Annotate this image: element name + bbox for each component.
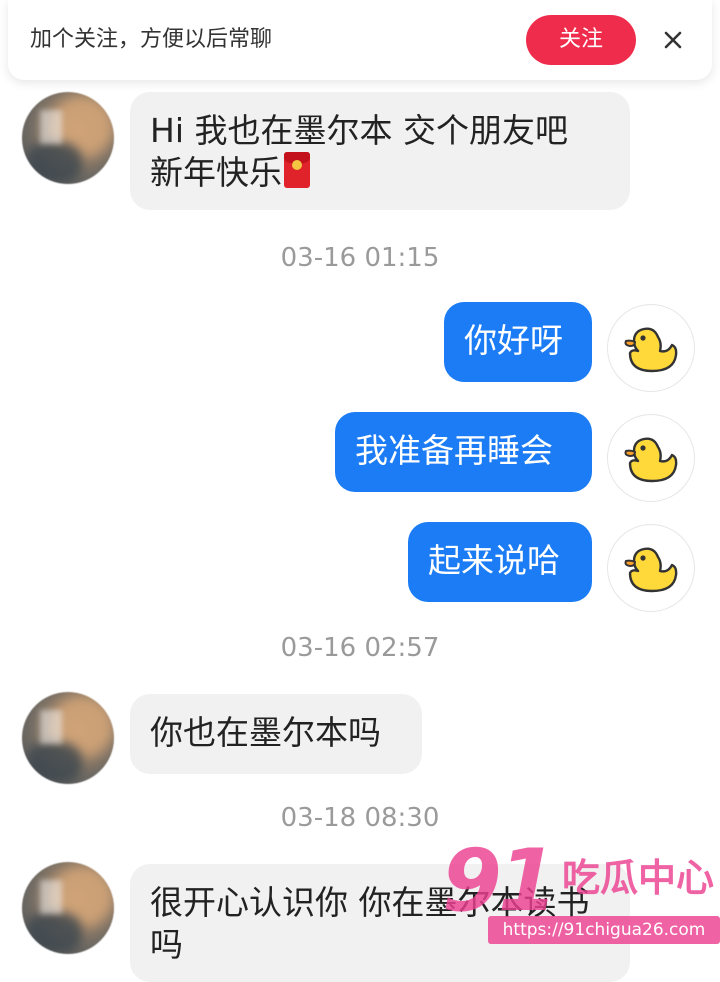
duck-icon bbox=[624, 437, 678, 483]
contact-avatar[interactable] bbox=[22, 692, 114, 784]
message-bubble-outgoing[interactable]: 起来说哈 bbox=[408, 522, 592, 602]
contact-avatar[interactable] bbox=[22, 862, 114, 954]
message-bubble-incoming[interactable]: 你也在墨尔本吗 bbox=[130, 694, 422, 774]
message-line: 很开心认识你 你在墨尔本读书 bbox=[150, 883, 590, 922]
follow-banner: 加个关注，方便以后常聊 关注 bbox=[8, 0, 712, 80]
follow-prompt-text: 加个关注，方便以后常聊 bbox=[30, 27, 273, 52]
follow-button[interactable]: 关注 bbox=[526, 15, 636, 65]
message-timestamp: 03-16 01:15 bbox=[280, 243, 440, 273]
message-bubble-outgoing[interactable]: 我准备再睡会 bbox=[335, 412, 592, 492]
duck-icon bbox=[624, 547, 678, 593]
message-line: Hi 我也在墨尔本 交个朋友吧 bbox=[150, 111, 568, 150]
contact-avatar[interactable] bbox=[22, 92, 114, 184]
message-timestamp: 03-16 02:57 bbox=[280, 633, 440, 663]
message-bubble-incoming[interactable]: 很开心认识你 你在墨尔本读书 吗 bbox=[130, 864, 630, 982]
close-icon[interactable] bbox=[656, 23, 690, 57]
duck-icon bbox=[624, 327, 678, 373]
red-packet-emoji-icon bbox=[284, 152, 310, 188]
user-avatar[interactable] bbox=[607, 524, 695, 612]
user-avatar[interactable] bbox=[607, 304, 695, 392]
message-timestamp: 03-18 08:30 bbox=[280, 803, 440, 833]
message-line: 新年快乐 bbox=[150, 152, 610, 194]
user-avatar[interactable] bbox=[607, 414, 695, 502]
message-bubble-incoming[interactable]: Hi 我也在墨尔本 交个朋友吧 新年快乐 bbox=[130, 92, 630, 210]
message-bubble-outgoing[interactable]: 你好呀 bbox=[444, 302, 592, 382]
